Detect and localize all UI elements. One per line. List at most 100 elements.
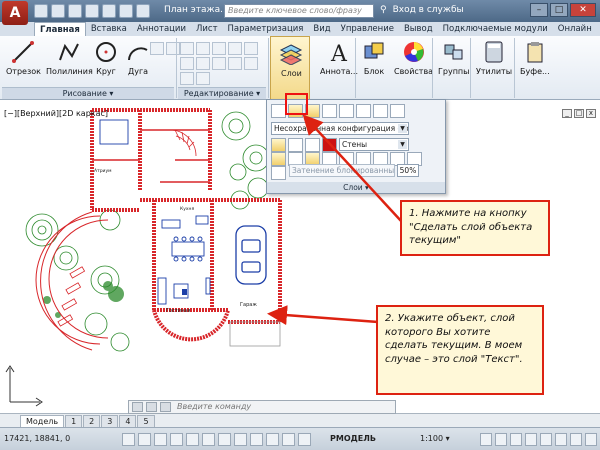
layer-color-icon[interactable]: [322, 138, 337, 152]
viewport-label[interactable]: [−][Верхний][2D каркас]: [4, 109, 108, 118]
tab-parametric[interactable]: Параметризация: [223, 22, 309, 36]
block-button[interactable]: Блок: [362, 40, 386, 76]
otrack-icon[interactable]: [202, 433, 215, 446]
close-icon[interactable]: [132, 402, 143, 412]
command-line[interactable]: Введите команду: [128, 400, 396, 414]
search-icon[interactable]: ⚲: [380, 5, 387, 15]
ortho-icon[interactable]: [154, 433, 167, 446]
viewport-restore[interactable]: □: [574, 109, 584, 118]
workspace-icon[interactable]: [510, 433, 522, 446]
array-icon[interactable]: [180, 72, 194, 85]
open-file-icon[interactable]: [51, 4, 65, 18]
erase-icon[interactable]: [228, 42, 242, 55]
layers-panel-footer[interactable]: Слои ▾: [267, 182, 445, 193]
layer-walk-icon[interactable]: [373, 104, 388, 118]
tab-layout-2[interactable]: 2: [83, 415, 101, 427]
annotation-visibility-icon[interactable]: [480, 433, 492, 446]
copy-icon[interactable]: [244, 42, 258, 55]
current-layer-dropdown[interactable]: Стены ▼: [339, 138, 409, 151]
sun-icon[interactable]: [288, 138, 303, 152]
transparency-icon[interactable]: [266, 433, 279, 446]
tab-online[interactable]: Онлайн: [553, 22, 597, 36]
save-as-icon[interactable]: [85, 4, 99, 18]
fade-percent[interactable]: 50%: [397, 164, 419, 177]
explode-icon[interactable]: [212, 57, 226, 70]
recent-commands-icon[interactable]: [160, 402, 171, 412]
groups-button[interactable]: Группы: [438, 40, 469, 76]
line-button[interactable]: Отрезок: [6, 40, 41, 76]
offset-icon[interactable]: [196, 72, 210, 85]
status-menu-icon[interactable]: [570, 433, 582, 446]
tab-layout[interactable]: Лист: [191, 22, 223, 36]
dyn-icon[interactable]: [234, 433, 247, 446]
auto-scale-icon[interactable]: [495, 433, 507, 446]
clipboard-button[interactable]: Буфе...: [520, 40, 550, 76]
tab-model[interactable]: Модель: [20, 415, 65, 427]
layers-button[interactable]: Слои: [270, 36, 310, 100]
hardware-acceleration-icon[interactable]: [540, 433, 552, 446]
clean-screen-icon[interactable]: [585, 433, 597, 446]
snap-icon[interactable]: [122, 433, 135, 446]
toolbar-lock-icon[interactable]: [525, 433, 537, 446]
rotate-icon[interactable]: [196, 42, 210, 55]
polyline-button[interactable]: Полилиния: [46, 40, 93, 76]
ducs-icon[interactable]: [218, 433, 231, 446]
isolate-objects-icon[interactable]: [555, 433, 567, 446]
new-file-icon[interactable]: [34, 4, 48, 18]
viewport-minimize[interactable]: _: [562, 109, 572, 118]
move-icon[interactable]: [180, 42, 194, 55]
hatch-icon[interactable]: [166, 42, 180, 55]
properties-button[interactable]: Свойства: [394, 40, 433, 76]
tab-layout-4[interactable]: 4: [119, 415, 137, 427]
model-space-toggle[interactable]: РМОДЕЛЬ: [330, 434, 376, 443]
tab-output[interactable]: Вывод: [399, 22, 438, 36]
tab-insert[interactable]: Вставка: [86, 22, 132, 36]
redo-icon[interactable]: [136, 4, 150, 18]
save-icon[interactable]: [68, 4, 82, 18]
chevron-down-icon[interactable]: ▼: [398, 140, 407, 149]
mirror-icon[interactable]: [180, 57, 194, 70]
layer-off-icon[interactable]: [271, 152, 286, 166]
fillet-icon[interactable]: [196, 57, 210, 70]
draw-group-label[interactable]: Рисование ▾: [2, 87, 174, 99]
minimize-button[interactable]: –: [530, 3, 548, 17]
search-input[interactable]: Введите ключевое слово/фразу: [224, 4, 374, 18]
chevron-down-icon[interactable]: ▼: [398, 124, 407, 133]
trim-icon[interactable]: [212, 42, 226, 55]
lock-icon[interactable]: [305, 138, 320, 152]
close-button[interactable]: ✕: [570, 3, 596, 17]
lock-fade-icon[interactable]: [271, 166, 286, 180]
utilities-button[interactable]: Утилиты: [476, 40, 512, 76]
lightbulb-icon[interactable]: [271, 138, 286, 152]
layer-isolate-icon[interactable]: [339, 104, 354, 118]
layer-previous-icon[interactable]: [322, 104, 337, 118]
selection-cycling-icon[interactable]: [298, 433, 311, 446]
annotation-button[interactable]: A Аннота...: [320, 40, 358, 76]
quick-properties-icon[interactable]: [282, 433, 295, 446]
polar-icon[interactable]: [170, 433, 183, 446]
tab-layout-3[interactable]: 3: [101, 415, 119, 427]
lineweight-icon[interactable]: [250, 433, 263, 446]
grid-icon[interactable]: [138, 433, 151, 446]
locked-layer-fade-slider[interactable]: Затенение блокированных с...: [289, 164, 395, 177]
coordinates-readout[interactable]: 17421, 18841, 0: [4, 434, 70, 443]
scale-icon[interactable]: [244, 57, 258, 70]
tab-plugins[interactable]: Подключаемые модули: [438, 22, 553, 36]
viewport-close[interactable]: x: [586, 109, 596, 118]
application-menu-button[interactable]: A: [2, 1, 28, 25]
tab-view[interactable]: Вид: [308, 22, 335, 36]
tab-home[interactable]: Главная: [34, 22, 86, 36]
signin-button[interactable]: Вход в службы: [393, 5, 464, 15]
layer-unisolate-icon[interactable]: [356, 104, 371, 118]
tab-manage[interactable]: Управление: [336, 22, 399, 36]
circle-button[interactable]: Круг: [94, 40, 118, 76]
tab-layout-1[interactable]: 1: [65, 415, 83, 427]
rectangle-icon[interactable]: [150, 42, 164, 55]
wrench-icon[interactable]: [146, 402, 157, 412]
tab-annotate[interactable]: Аннотации: [132, 22, 191, 36]
annotation-scale[interactable]: 1:100 ▾: [420, 434, 450, 443]
arc-button[interactable]: Дуга: [126, 40, 150, 76]
layer-properties-icon[interactable]: [271, 104, 286, 118]
plot-icon[interactable]: [102, 4, 116, 18]
undo-icon[interactable]: [119, 4, 133, 18]
